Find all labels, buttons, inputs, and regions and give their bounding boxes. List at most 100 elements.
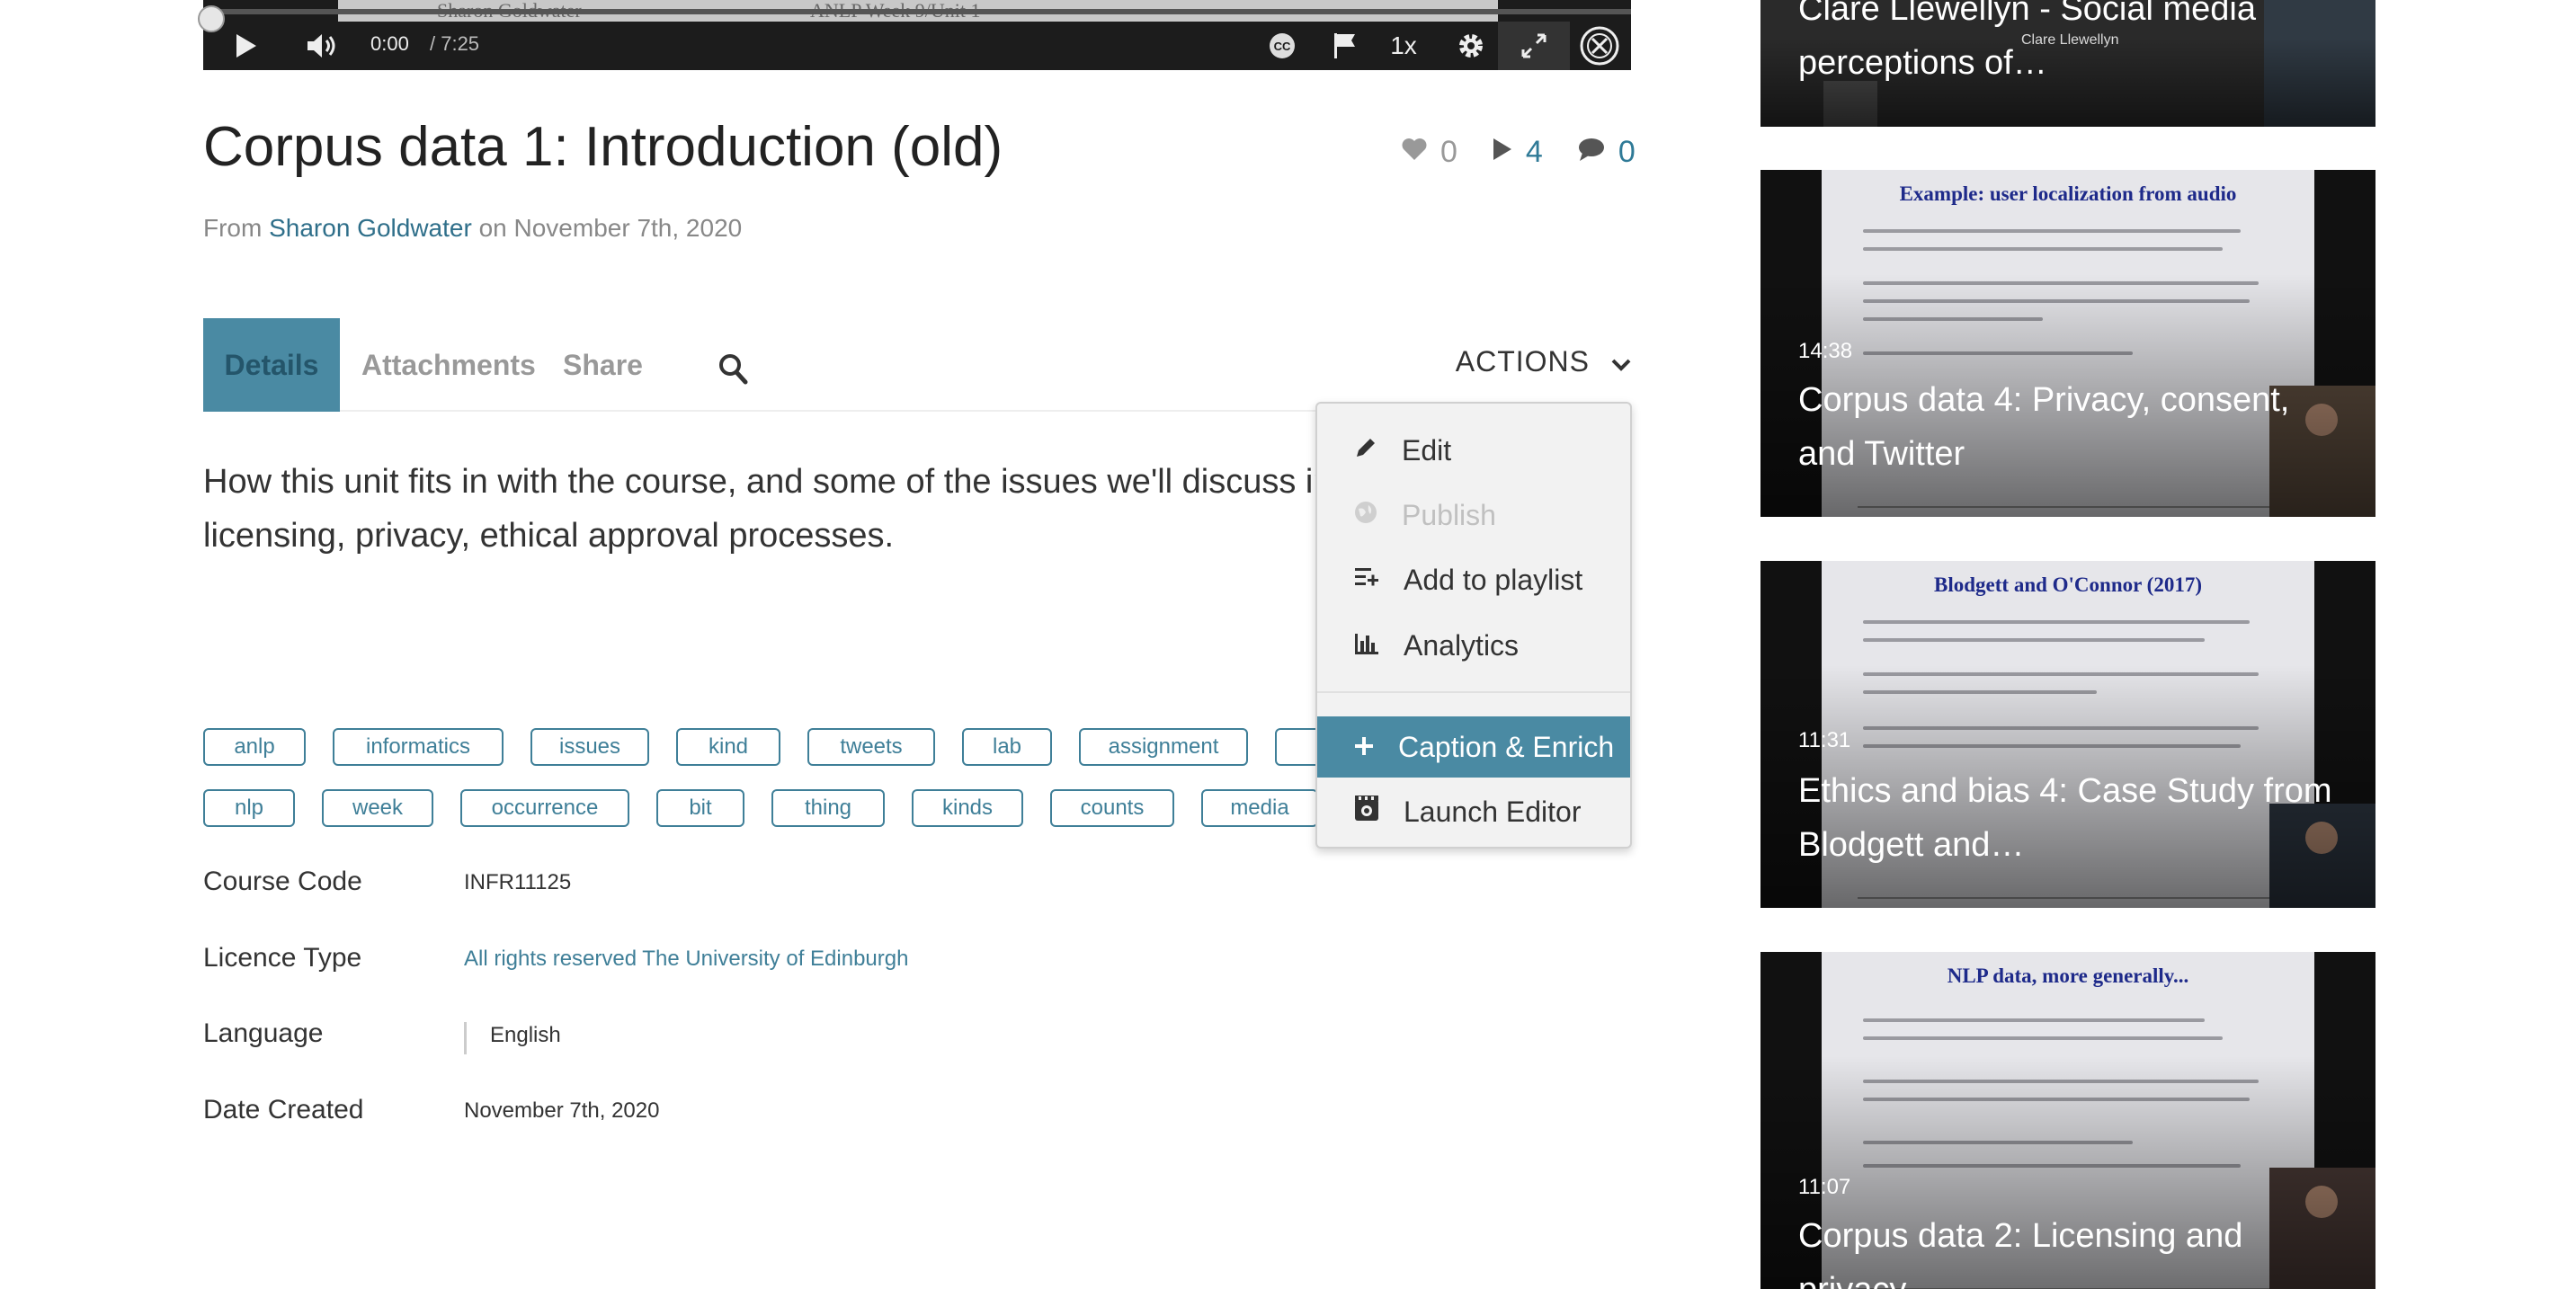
detail-label: Course Code [203, 867, 362, 896]
related-video-card[interactable]: Blodgett and O'Connor (2017) 11:31 Ethic… [1760, 561, 2375, 908]
likes-stat[interactable]: 0 [1401, 135, 1457, 170]
comments-count: 0 [1618, 135, 1636, 169]
tab-attachments[interactable]: Attachments [340, 318, 557, 412]
slide-title: NLP data, more generally... [1947, 965, 2189, 987]
menu-divider [1317, 691, 1630, 693]
add-to-playlist-icon [1353, 564, 1380, 597]
tag[interactable]: informatics [333, 728, 504, 766]
menu-item-analytics[interactable]: Analytics [1317, 615, 1630, 676]
slide-title: Example: user localization from audio [1899, 182, 2237, 205]
settings-button[interactable] [1444, 22, 1498, 70]
tag[interactable]: counts [1050, 789, 1174, 827]
play-button[interactable] [221, 22, 272, 70]
related-video-title: Ethics and bias 4: Case Study from Blodg… [1798, 772, 2332, 864]
plays-stat: 4 [1492, 135, 1543, 170]
detail-value: English [464, 1022, 561, 1054]
media-stats: 0 4 0 [1401, 135, 1636, 170]
detail-language: Language English [203, 1018, 1372, 1054]
menu-item-edit[interactable]: Edit [1317, 420, 1630, 481]
detail-licence-type: Licence Type All rights reserved The Uni… [203, 943, 1372, 979]
slide-title: Blodgett and O'Connor (2017) [1934, 573, 2202, 596]
report-button[interactable] [1318, 22, 1372, 70]
menu-item-label: Edit [1402, 433, 1452, 467]
related-video-card[interactable]: NLP data, more generally... 11:07 Corpus… [1760, 952, 2375, 1289]
bar-chart-icon [1353, 629, 1380, 662]
play-icon [235, 32, 258, 59]
tag[interactable]: issues [530, 728, 649, 766]
byline-date: on November 7th, 2020 [478, 214, 743, 242]
university-crest-icon [1580, 26, 1619, 66]
comment-bubble-icon [1577, 135, 1606, 170]
actions-label: ACTIONS [1455, 345, 1590, 378]
tag[interactable]: thing [771, 789, 885, 827]
video-duration: 11:07 [1798, 1175, 1851, 1199]
detail-label: Language [203, 1018, 324, 1048]
slide-text-line [1863, 229, 2241, 233]
editor-icon [1353, 794, 1380, 830]
detail-value: INFR11125 [464, 870, 572, 894]
tag[interactable]: bit [656, 789, 744, 827]
tab-details[interactable]: Details [203, 318, 340, 412]
slide-text-line [1863, 620, 2250, 624]
detail-date-created: Date Created November 7th, 2020 [203, 1095, 1372, 1131]
actions-dropdown: Edit Publish Add to playlist Analytics C… [1315, 402, 1632, 849]
author-link[interactable]: Sharon Goldwater [269, 214, 472, 242]
tag[interactable]: occurrence [460, 789, 629, 827]
comments-stat[interactable]: 0 [1577, 135, 1636, 170]
menu-item-caption-enrich[interactable]: Caption & Enrich [1317, 716, 1630, 778]
slide-text-line [1863, 1036, 2223, 1040]
slide-text-line [1863, 1018, 2205, 1022]
search-tab-button[interactable] [718, 352, 748, 389]
menu-item-label: Caption & Enrich [1398, 730, 1615, 763]
related-video-title: Corpus data 2: Licensing and privacy [1798, 1217, 2243, 1289]
plus-icon [1353, 731, 1375, 764]
licence-link[interactable]: All rights reserved The University of Ed… [464, 947, 908, 972]
tag[interactable]: anlp [203, 728, 306, 766]
play-count-icon [1492, 135, 1513, 170]
menu-item-publish: Publish [1317, 484, 1630, 546]
related-video-card[interactable]: Clare Llewellyn Clare Llewellyn - Social… [1760, 0, 2375, 127]
playback-speed-button[interactable]: 1x [1372, 22, 1435, 70]
menu-item-label: Analytics [1404, 628, 1520, 662]
tag[interactable]: nlp [203, 789, 295, 827]
tags-row-2: nlp week occurrence bit thing kinds coun… [203, 789, 1345, 829]
captions-button[interactable]: CC [1255, 22, 1309, 70]
tag[interactable]: kinds [912, 789, 1023, 827]
tab-share[interactable]: Share [541, 318, 664, 412]
slide-text-line [1863, 247, 2223, 251]
closed-captions-icon: CC [1268, 31, 1297, 60]
actions-menu-button[interactable]: ACTIONS [1456, 345, 1631, 378]
tags-row-1: anlp informatics issues kind tweets lab … [203, 728, 1359, 768]
heart-icon [1401, 135, 1428, 170]
volume-button[interactable] [293, 22, 351, 70]
detail-course-code: Course Code INFR11125 [203, 867, 1372, 902]
byline-from: From [203, 214, 263, 242]
media-title: Corpus data 1: Introduction (old) [203, 116, 1003, 178]
tag[interactable]: media [1201, 789, 1318, 827]
likes-count: 0 [1440, 135, 1457, 169]
plays-count: 4 [1525, 135, 1543, 169]
detail-label: Date Created [203, 1095, 364, 1125]
fullscreen-button[interactable] [1498, 22, 1570, 70]
progress-bar[interactable] [198, 5, 1631, 32]
svg-text:CC: CC [1274, 40, 1291, 53]
menu-item-add-to-playlist[interactable]: Add to playlist [1317, 549, 1630, 610]
video-duration: 14:38 [1798, 339, 1853, 363]
video-player-controls: Sharon Goldwater ANLP Week 9/Unit 1 0:00… [198, 0, 1631, 70]
byline: From Sharon Goldwater on November 7th, 2… [203, 214, 742, 243]
tag[interactable]: lab [962, 728, 1052, 766]
tag[interactable]: week [322, 789, 433, 827]
settings-gear-icon [1457, 31, 1485, 60]
university-logo[interactable] [1570, 22, 1629, 70]
search-icon [718, 354, 748, 388]
detail-value: November 7th, 2020 [464, 1098, 660, 1123]
menu-item-label: Launch Editor [1404, 795, 1582, 828]
tag[interactable]: tweets [807, 728, 935, 766]
media-tabs: Details Attachments Share ACTIONS [203, 318, 1631, 412]
related-video-card[interactable]: Example: user localization from audio 14… [1760, 170, 2375, 517]
tag[interactable]: assignment [1079, 728, 1248, 766]
menu-item-label: Publish [1402, 498, 1496, 531]
tag[interactable]: kind [676, 728, 780, 766]
menu-item-launch-editor[interactable]: Launch Editor [1317, 781, 1630, 842]
video-duration: 11:31 [1798, 728, 1851, 752]
